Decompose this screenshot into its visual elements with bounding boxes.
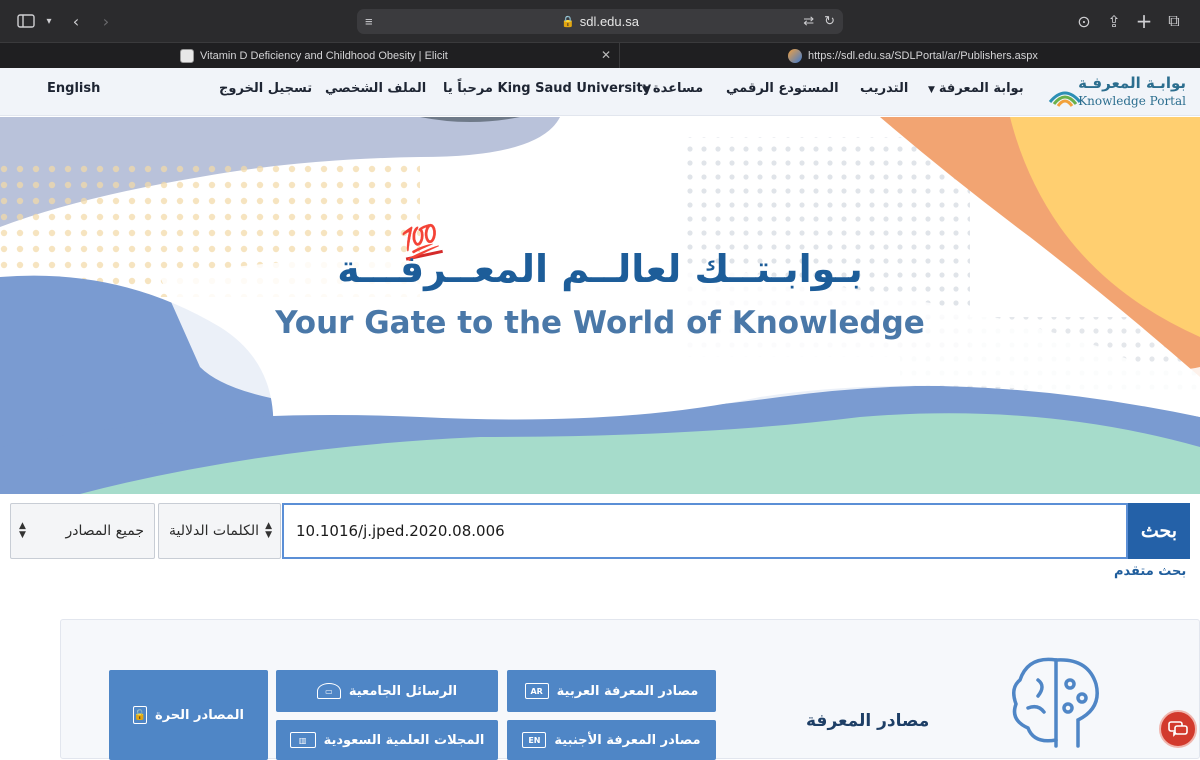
hero-title-en: Your Gate to the World of Knowledge <box>275 305 925 341</box>
tab-elicit[interactable]: Vitamin D Deficiency and Childhood Obesi… <box>175 43 620 69</box>
knowledge-sources-title: مصادر المعرفة <box>806 711 930 731</box>
logo-icon <box>1048 91 1082 107</box>
saudi-journals-label: المجلات العلمية السعودية <box>323 732 485 748</box>
foreign-sources-label: مصادر المعرفة الأجنبية <box>554 732 701 748</box>
source-select[interactable]: ▲ ▼ جميع المصادر <box>10 503 155 559</box>
nav-portal-label: بوابة المعرفة <box>938 81 1024 96</box>
back-icon[interactable]: ‹ <box>64 9 88 33</box>
caret-down-icon: ▼ <box>928 85 935 95</box>
reload-icon[interactable]: ↻ <box>824 13 835 29</box>
arabic-sources-label: مصادر المعرفة العربية <box>556 683 699 699</box>
new-tab-icon[interactable]: + <box>1132 9 1156 33</box>
nav-portal[interactable]: ▼ بوابة المعرفة <box>928 81 1024 96</box>
chevron-down-icon[interactable]: ▾ <box>37 9 61 33</box>
foreign-sources-button[interactable]: EN مصادر المعرفة الأجنبية <box>507 720 716 760</box>
field-select-value: الكلمات الدلالية <box>169 523 259 539</box>
hero-banner: 💯 بـوابـتــك لعالــم المعــرفـــة Your G… <box>0 117 1200 494</box>
free-sources-label: المصادر الحرة <box>155 707 244 723</box>
advanced-search-link[interactable]: بحث متقدم <box>1114 564 1186 579</box>
lock-icon: 🔒 <box>561 16 575 28</box>
tab-strip: Vitamin D Deficiency and Childhood Obesi… <box>0 42 1200 69</box>
share-icon[interactable]: ⇪ <box>1102 9 1126 33</box>
free-sources-button[interactable]: 🔓 المصادر الحرة <box>109 670 268 760</box>
nav-repository[interactable]: المستودع الرقمي <box>726 81 839 96</box>
brain-icon <box>1012 657 1099 748</box>
logo-text-en: Knowledge Portal <box>1078 94 1186 108</box>
source-select-value: جميع المصادر <box>65 523 144 539</box>
tab-title: Vitamin D Deficiency and Childhood Obesi… <box>200 50 448 62</box>
saudi-journals-button[interactable]: ▥ المجلات العلمية السعودية <box>276 720 498 760</box>
theses-button[interactable]: ▭ الرسائل الجامعية <box>276 670 498 712</box>
chat-icon <box>1168 721 1188 737</box>
nav-profile[interactable]: الملف الشخصي <box>325 81 426 96</box>
graduation-icon: ▭ <box>316 683 341 699</box>
forward-icon[interactable]: › <box>94 9 118 33</box>
unlock-icon: 🔓 <box>133 706 148 724</box>
tab-sdl[interactable]: https://sdl.edu.sa/SDLPortal/ar/Publishe… <box>620 43 1200 69</box>
nav-welcome: مرحباً يا King Saud University <box>443 81 652 96</box>
nav-logout[interactable]: تسجيل الخروج <box>219 81 312 96</box>
nav-language[interactable]: English <box>47 81 100 96</box>
field-select[interactable]: ▲ ▼ الكلمات الدلالية <box>158 503 281 559</box>
site-navbar: بوابـة المعرفـة Knowledge Portal ▼ بوابة … <box>0 68 1200 116</box>
reader-icon[interactable]: ≡ <box>365 14 373 29</box>
ar-monitor-icon: AR <box>524 683 549 699</box>
arabic-sources-button[interactable]: AR مصادر المعرفة العربية <box>507 670 716 712</box>
en-monitor-icon: EN <box>522 732 547 748</box>
address-bar[interactable]: ≡ 🔒 sdl.edu.sa ⇄ ↻ <box>357 9 843 34</box>
logo-text-ar: بوابـة المعرفـة <box>1078 74 1186 92</box>
browser-toolbar: ▾ ‹ › ≡ 🔒 sdl.edu.sa ⇄ ↻ ⊙ ⇪ + ⧉ <box>0 0 1200 42</box>
search-bar: ▲▼ جميع المصادر ▲▼ الكلمات الدلالية بحث <box>10 503 1190 559</box>
search-input[interactable] <box>282 503 1128 559</box>
close-icon[interactable]: ✕ <box>601 48 611 62</box>
hero-title-ar: بـوابـتــك لعالــم المعــرفـــة <box>337 247 863 291</box>
chat-button[interactable] <box>1159 710 1197 748</box>
tab-title: https://sdl.edu.sa/SDLPortal/ar/Publishe… <box>808 50 1038 62</box>
select-arrows-icon: ▲ ▼ <box>19 521 26 540</box>
translate-icon[interactable]: ⇄ <box>803 13 814 29</box>
select-arrows-icon: ▲ ▼ <box>265 521 272 540</box>
tab-overview-icon[interactable]: ⧉ <box>1162 9 1186 33</box>
theses-label: الرسائل الجامعية <box>348 683 458 699</box>
elicit-favicon-icon <box>180 49 194 63</box>
nav-training[interactable]: التدريب <box>860 81 908 96</box>
site-logo[interactable]: بوابـة المعرفـة Knowledge Portal <box>1048 74 1186 112</box>
sidebar-icon[interactable] <box>14 9 38 33</box>
books-icon: ▥ <box>289 732 316 748</box>
download-icon[interactable]: ⊙ <box>1072 9 1096 33</box>
search-button[interactable]: بحث <box>1128 503 1190 559</box>
sdl-favicon-icon <box>788 49 802 63</box>
url-text: sdl.edu.sa <box>579 14 639 29</box>
nav-help-label: مساعدة <box>652 81 704 96</box>
